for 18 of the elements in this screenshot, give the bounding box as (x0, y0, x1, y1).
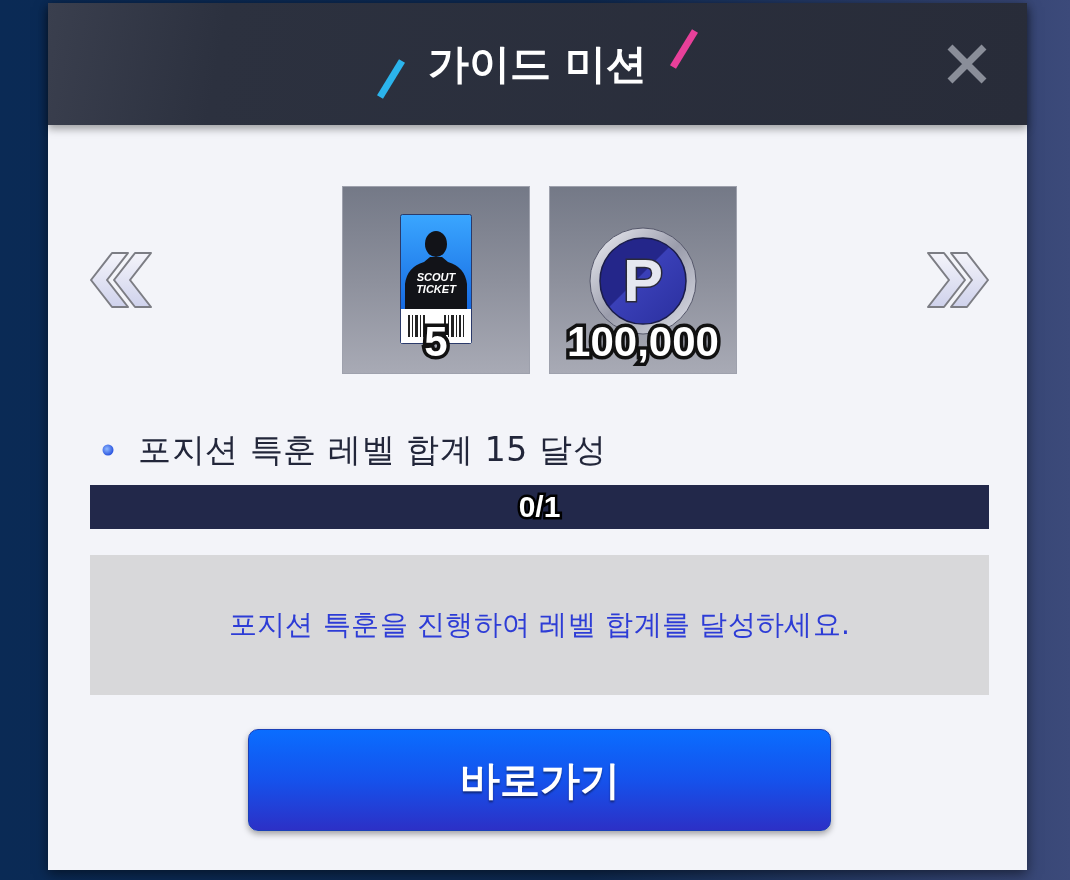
go-button[interactable]: 바로가기 (248, 729, 831, 831)
next-button[interactable] (927, 252, 989, 308)
previous-button[interactable] (90, 252, 152, 308)
coin-symbol: P (623, 251, 663, 311)
ticket-label: SCOUT TICKET (415, 271, 458, 295)
hint-text: 포지션 특훈을 진행하여 레벨 합계를 달성하세요. (228, 607, 851, 643)
accent-stroke-icon (375, 59, 406, 99)
bullet-icon (102, 444, 114, 456)
dialog-title: 가이드 미션 (427, 39, 648, 89)
mission-text: 포지션 특훈 레벨 합계 15 달성 (138, 429, 607, 471)
progress-reading: 0/1 (518, 489, 561, 525)
double-chevron-left-icon (90, 252, 152, 308)
close-icon (946, 43, 988, 85)
close-button[interactable] (946, 43, 988, 85)
silhouette-icon (405, 231, 467, 309)
accent-stroke-icon (669, 29, 700, 69)
double-chevron-right-icon (927, 252, 989, 308)
reward-amount: 100,000 (567, 320, 719, 364)
